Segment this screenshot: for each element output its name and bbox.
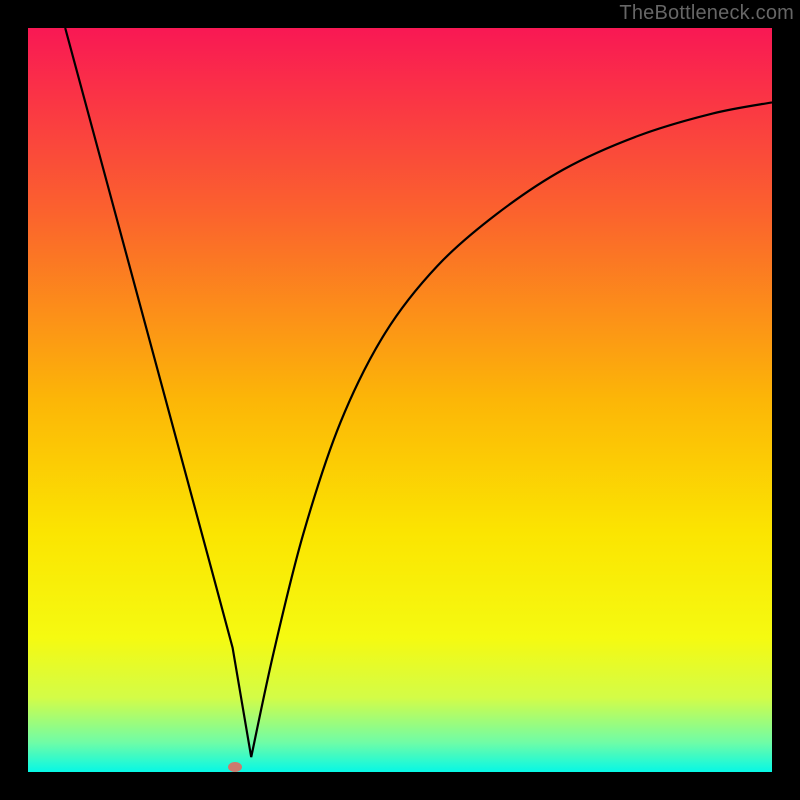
optimal-point-marker bbox=[228, 762, 242, 772]
bottleneck-curve bbox=[28, 28, 772, 772]
plot-area bbox=[28, 28, 772, 772]
watermark-text: TheBottleneck.com bbox=[619, 2, 794, 25]
